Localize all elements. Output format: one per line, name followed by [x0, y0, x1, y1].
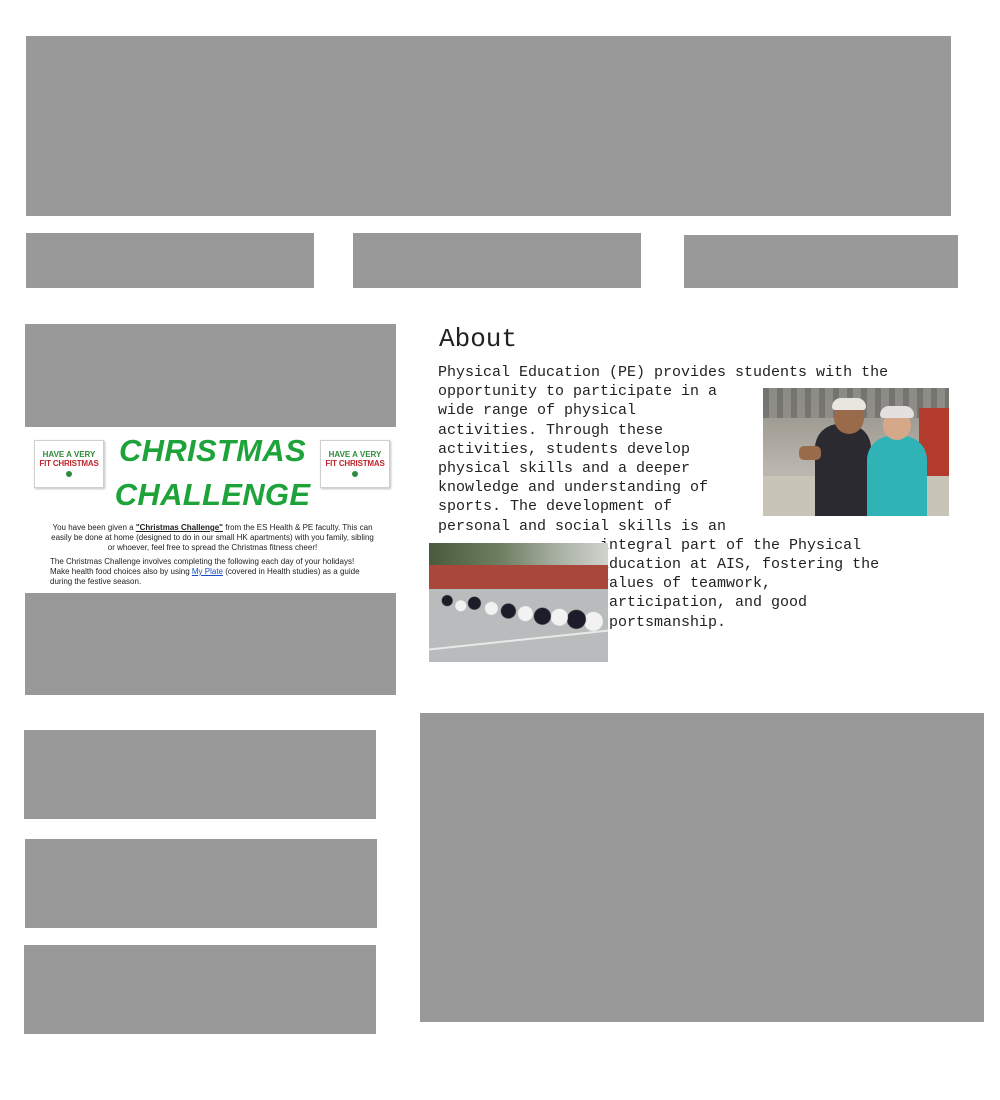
nav-block-2[interactable]: [353, 233, 641, 288]
link-block-2[interactable]: [25, 839, 377, 928]
photo-person: [815, 424, 871, 516]
card-line2: FIT CHRISTMAS: [325, 459, 385, 468]
content-media-placeholder: [420, 713, 984, 1022]
flyer-title: CHRISTMAS CHALLENGE: [105, 429, 320, 517]
holly-icon: [352, 471, 358, 477]
fit-christmas-card-left: HAVE A VERY FIT CHRISTMAS: [34, 440, 104, 488]
flyer-title-line1: CHRISTMAS: [119, 433, 306, 468]
nav-block-1[interactable]: [26, 233, 314, 288]
fit-christmas-card-right: HAVE A VERY FIT CHRISTMAS: [320, 440, 390, 488]
card-line1: HAVE A VERY: [42, 450, 96, 459]
flyer-paragraph-2: The Christmas Challenge involves complet…: [50, 557, 375, 587]
santa-hat-icon: [832, 398, 866, 410]
christmas-challenge-flyer[interactable]: HAVE A VERY FIT CHRISTMAS HAVE A VERY FI…: [25, 427, 396, 593]
my-plate-link[interactable]: My Plate: [192, 567, 223, 576]
pe-teachers-photo: [763, 388, 949, 516]
flyer-body: You have been given a "Christmas Challen…: [50, 523, 375, 591]
santa-hat-icon: [880, 406, 914, 418]
link-block-3[interactable]: [24, 945, 376, 1034]
link-block-1[interactable]: [24, 730, 376, 819]
students-dancing-photo: [429, 543, 608, 662]
students-group: [437, 585, 607, 637]
holly-icon: [66, 471, 72, 477]
header-banner-placeholder: [26, 36, 951, 216]
card-line2: FIT CHRISTMAS: [39, 459, 99, 468]
thumbs-up-icon: [799, 446, 821, 460]
photo-person: [867, 436, 927, 516]
flyer-text: You have been given a: [52, 523, 136, 532]
flyer-paragraph-1: You have been given a "Christmas Challen…: [50, 523, 375, 553]
about-heading: About: [439, 324, 518, 354]
sidebar-block-below-flyer: [25, 593, 396, 695]
flyer-title-line2: CHALLENGE: [114, 477, 311, 512]
flyer-bold-text: "Christmas Challenge": [135, 523, 223, 532]
nav-block-3[interactable]: [684, 235, 958, 288]
flyer-text: The Christmas Challenge involves complet…: [50, 557, 355, 566]
sidebar-block-top: [25, 324, 396, 427]
flyer-text: Make health food choices also by using: [50, 567, 192, 576]
card-line1: HAVE A VERY: [328, 450, 382, 459]
